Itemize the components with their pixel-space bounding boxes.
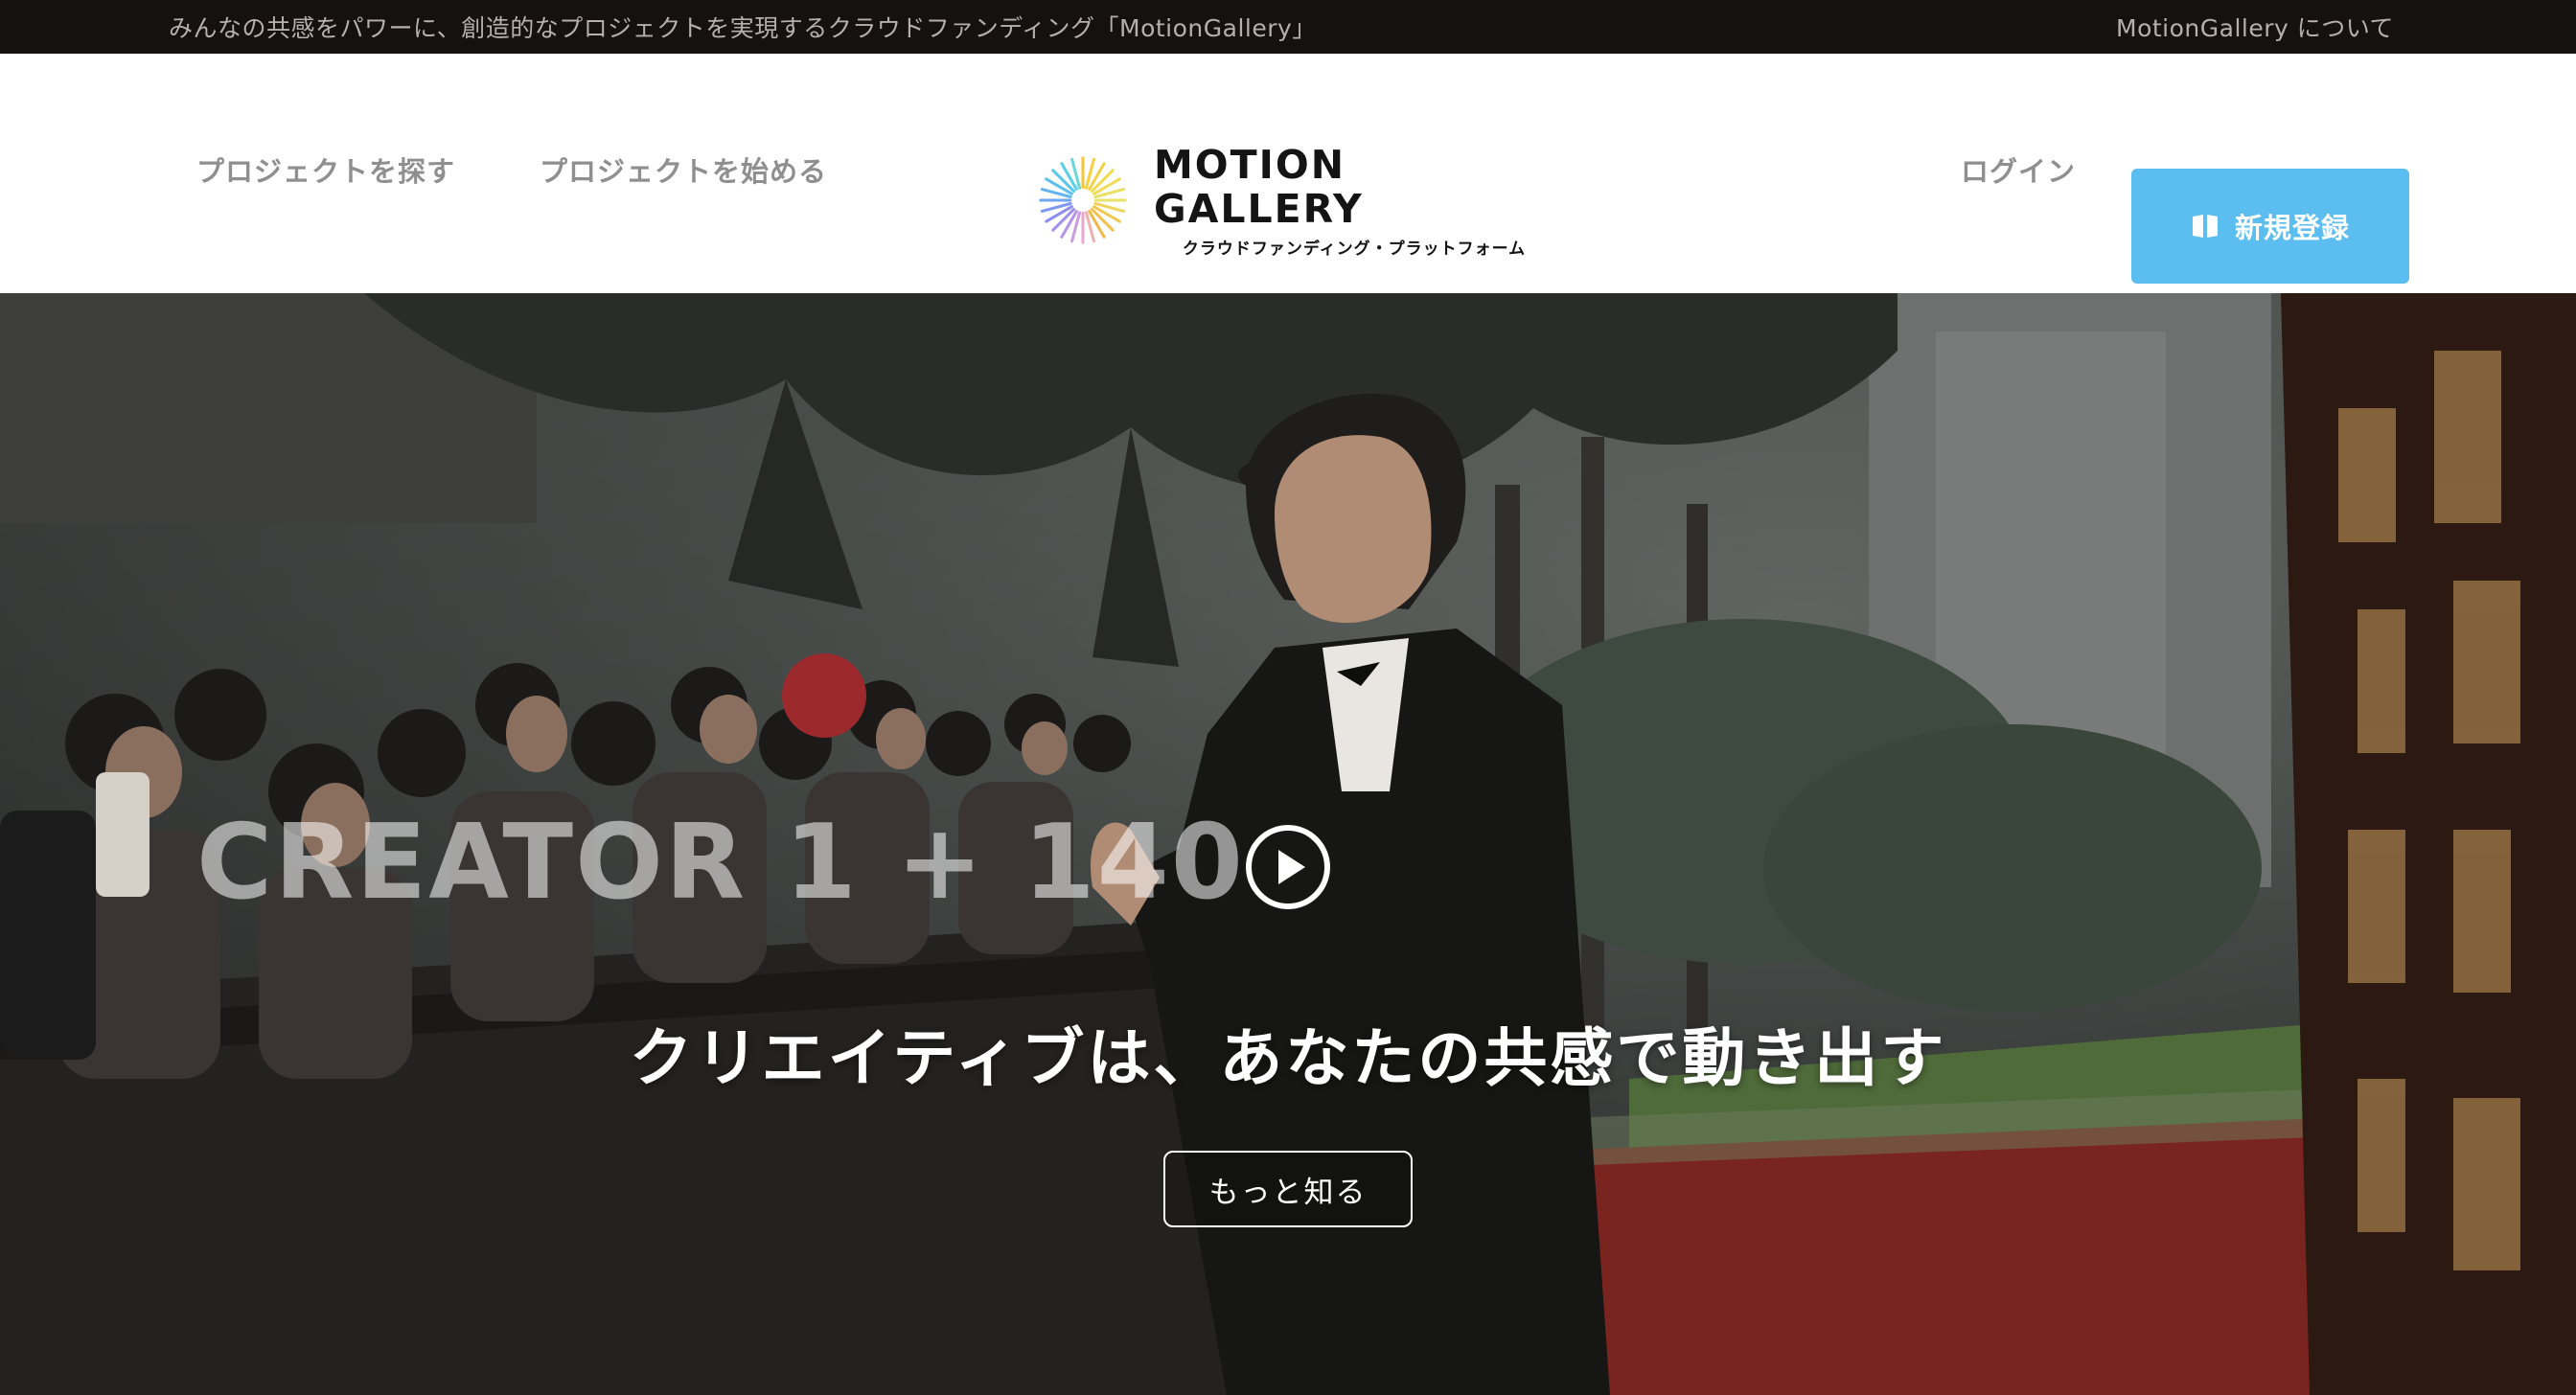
- nav-find-projects[interactable]: プロジェクトを探す: [196, 152, 455, 191]
- logo-title: MOTION GALLERY: [1154, 141, 1364, 232]
- signup-label: 新規登録: [2234, 212, 2350, 244]
- hero-watermark-text: CREATOR 1 + 140: [196, 803, 1245, 923]
- play-button[interactable]: [1246, 825, 1330, 909]
- hero-headline: クリエイティブは、あなたの共感で動き出す: [629, 1021, 1947, 1095]
- logo-subtitle: クラウドファンディング・プラットフォーム: [1182, 239, 1527, 259]
- site-header: プロジェクトを探す プロジェクトを始める MOTION GALLERY クラウド…: [0, 54, 2576, 293]
- play-icon: [1278, 850, 1305, 884]
- hero-video[interactable]: CREATOR 1 + 140 クリエイティブは、あなたの共感で動き出す もっと…: [0, 293, 2576, 1395]
- book-icon: [2192, 215, 2218, 238]
- site-logo[interactable]: MOTION GALLERY クラウドファンディング・プラットフォーム: [1037, 128, 1554, 272]
- signup-button[interactable]: 新規登録: [2131, 169, 2409, 284]
- logo-burst-icon: [1039, 156, 1127, 244]
- logo-wordmark: MOTION GALLERY クラウドファンディング・プラットフォーム: [1154, 143, 1554, 259]
- top-announcement-bar: みんなの共感をパワーに、創造的なプロジェクトを実現するクラウドファンディング「M…: [0, 0, 2576, 54]
- nav-start-project[interactable]: プロジェクトを始める: [540, 152, 827, 191]
- learn-more-button[interactable]: もっと知る: [1163, 1151, 1413, 1227]
- about-link[interactable]: MotionGallery について: [2116, 10, 2394, 44]
- login-link[interactable]: ログイン: [1961, 152, 2076, 191]
- site-tagline: みんなの共感をパワーに、創造的なプロジェクトを実現するクラウドファンディング「M…: [169, 14, 1317, 42]
